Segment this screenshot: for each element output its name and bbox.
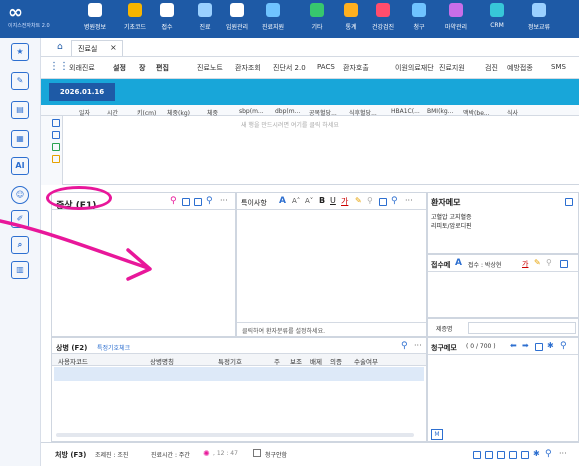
annotation-arrow [0,219,152,281]
